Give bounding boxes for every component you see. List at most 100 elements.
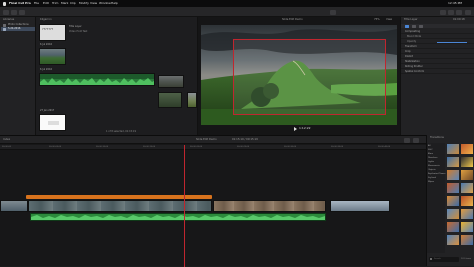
opacity-slider[interactable] [437, 41, 467, 43]
category-objects[interactable]: Objects [428, 169, 436, 171]
menu-view[interactable]: View [90, 2, 97, 5]
search-icon [430, 258, 432, 260]
section-label: 27 Jan 2017 [40, 109, 55, 112]
menu-mark[interactable]: Mark [61, 2, 68, 5]
menu-trim[interactable]: Trim [52, 2, 58, 5]
transition-thumb[interactable] [447, 196, 459, 206]
clip-label: Title Layer [69, 25, 82, 28]
video-tab-icon[interactable] [405, 24, 409, 28]
category-lights[interactable]: Lights [428, 161, 434, 163]
viewer-panel: Slide Edit Demo 75% View 1:12:22 [198, 17, 400, 135]
inspector-row[interactable]: Stabilization [401, 60, 474, 64]
transition-thumb[interactable] [447, 144, 459, 154]
category-all[interactable]: All [428, 145, 430, 147]
ruler-mark: 00:00:10:00 [96, 146, 109, 148]
info-tab-icon[interactable] [419, 24, 423, 28]
menu-modify[interactable]: Modify [79, 2, 89, 5]
share-button[interactable] [465, 9, 471, 15]
index-button[interactable]: Index [3, 138, 10, 142]
app-menu[interactable]: Final Cut Pro [9, 2, 31, 5]
clip-road[interactable] [158, 75, 184, 88]
card-mark [48, 121, 59, 125]
playhead[interactable] [184, 145, 185, 267]
inspector-row[interactable]: Crop [401, 50, 474, 54]
apple-icon[interactable] [3, 1, 6, 6]
transition-thumb[interactable] [447, 209, 459, 219]
inspector-row[interactable]: Distort [401, 55, 474, 59]
clip-title-layer[interactable]: ??????? [39, 24, 66, 41]
menu-file[interactable]: File [34, 2, 39, 5]
clip-pasture[interactable] [187, 92, 197, 108]
transition-thumb[interactable] [447, 183, 459, 193]
timeline-toggle-button[interactable] [448, 9, 454, 15]
inspector-row-label: Rolling Shutter [405, 64, 423, 68]
timeline-ruler[interactable]: 00:00:00 00:00:05:00 00:00:10:00 00:00:1… [0, 145, 426, 150]
clip-white-card[interactable] [39, 114, 66, 131]
storyline-clip-1[interactable] [0, 200, 28, 212]
category-movements[interactable]: Movements [428, 165, 440, 167]
transition-thumb[interactable] [447, 235, 459, 245]
inspector-row[interactable]: Spatial Conform [401, 70, 474, 74]
effects-search-field[interactable]: Search [429, 257, 459, 262]
libraries-title: Libraries [3, 18, 15, 21]
transition-thumb[interactable] [461, 183, 473, 193]
keyword-button[interactable] [11, 9, 17, 15]
transition-thumb[interactable] [447, 222, 459, 232]
transition-thumb[interactable] [461, 144, 473, 154]
selection-overlay[interactable] [233, 39, 386, 115]
ruler-mark: 00:00:30:00 [284, 146, 297, 148]
zoom-level[interactable]: 75% [374, 18, 380, 22]
enhancements-button[interactable] [330, 9, 336, 15]
view-menu[interactable]: View [386, 18, 392, 22]
inspector-row-label: Stabilization [405, 59, 420, 63]
category-360[interactable]: 360° [428, 149, 433, 151]
library-item-label: 5-24-2016 [8, 26, 21, 30]
inspector-row[interactable]: Transform [401, 45, 474, 49]
inspector-row-label: Spatial Conform [405, 69, 425, 73]
inspector-row[interactable]: Rolling Shutter [401, 65, 474, 69]
transition-thumb[interactable] [461, 222, 473, 232]
storyline-clip-3[interactable] [213, 200, 326, 212]
play-icon[interactable] [294, 127, 297, 131]
clip-appearance-button[interactable] [404, 137, 410, 143]
category-blurs[interactable]: Blurs [428, 153, 433, 155]
snapping-button[interactable] [413, 137, 419, 143]
storyline-clip-4[interactable] [330, 200, 390, 212]
ruler-mark: 00:00:15:00 [143, 146, 156, 148]
transition-thumb[interactable] [461, 209, 473, 219]
import-button[interactable] [3, 9, 9, 15]
menu-help[interactable]: Help [111, 2, 118, 5]
clock: 12:45 PM [448, 1, 462, 5]
audio-tab-icon[interactable] [412, 24, 416, 28]
inspector-row[interactable]: Opacity [401, 40, 474, 44]
inspector-row[interactable]: Compositing [401, 30, 474, 34]
viewer-canvas[interactable] [201, 25, 397, 125]
menu-edit[interactable]: Edit [43, 2, 49, 5]
transition-thumb[interactable] [447, 157, 459, 167]
menu-clip[interactable]: Clip [70, 2, 76, 5]
category-wipes[interactable]: Wipes [428, 181, 434, 183]
ruler-mark: 00:00:25:00 [237, 146, 250, 148]
background-tasks-button[interactable] [19, 9, 25, 15]
category-dissolves[interactable]: Dissolves [428, 157, 437, 159]
libraries-toggle-button[interactable] [440, 9, 446, 15]
inspector-toggle-button[interactable] [456, 9, 462, 15]
audio-clip[interactable] [30, 213, 326, 221]
transition-thumb[interactable] [461, 170, 473, 180]
clip-forest[interactable] [158, 92, 182, 108]
transitions-browser: Transitions All 360° Blurs Dissolves Lig… [426, 135, 474, 266]
transition-thumb[interactable] [461, 235, 473, 245]
clip-label: Video Hold Test [69, 30, 88, 33]
category-stylized[interactable]: Stylized [428, 177, 436, 179]
transition-thumb[interactable] [447, 170, 459, 180]
inspector-panel: Title Layer 01:00:18 Compositing Blend M… [400, 17, 474, 135]
clip-audio-long[interactable] [39, 73, 155, 86]
clip-landscape[interactable] [39, 48, 66, 65]
transition-thumb[interactable] [461, 196, 473, 206]
menu-window[interactable]: Window [99, 2, 111, 5]
ruler-mark: 00:00:35:00 [331, 146, 344, 148]
library-item-event[interactable]: 5-24-2016 [1, 27, 35, 31]
category-replicator[interactable]: Replicator/Clones [428, 173, 445, 175]
transition-thumb[interactable] [461, 157, 473, 167]
inspector-row[interactable]: Blend Mode [401, 35, 474, 39]
